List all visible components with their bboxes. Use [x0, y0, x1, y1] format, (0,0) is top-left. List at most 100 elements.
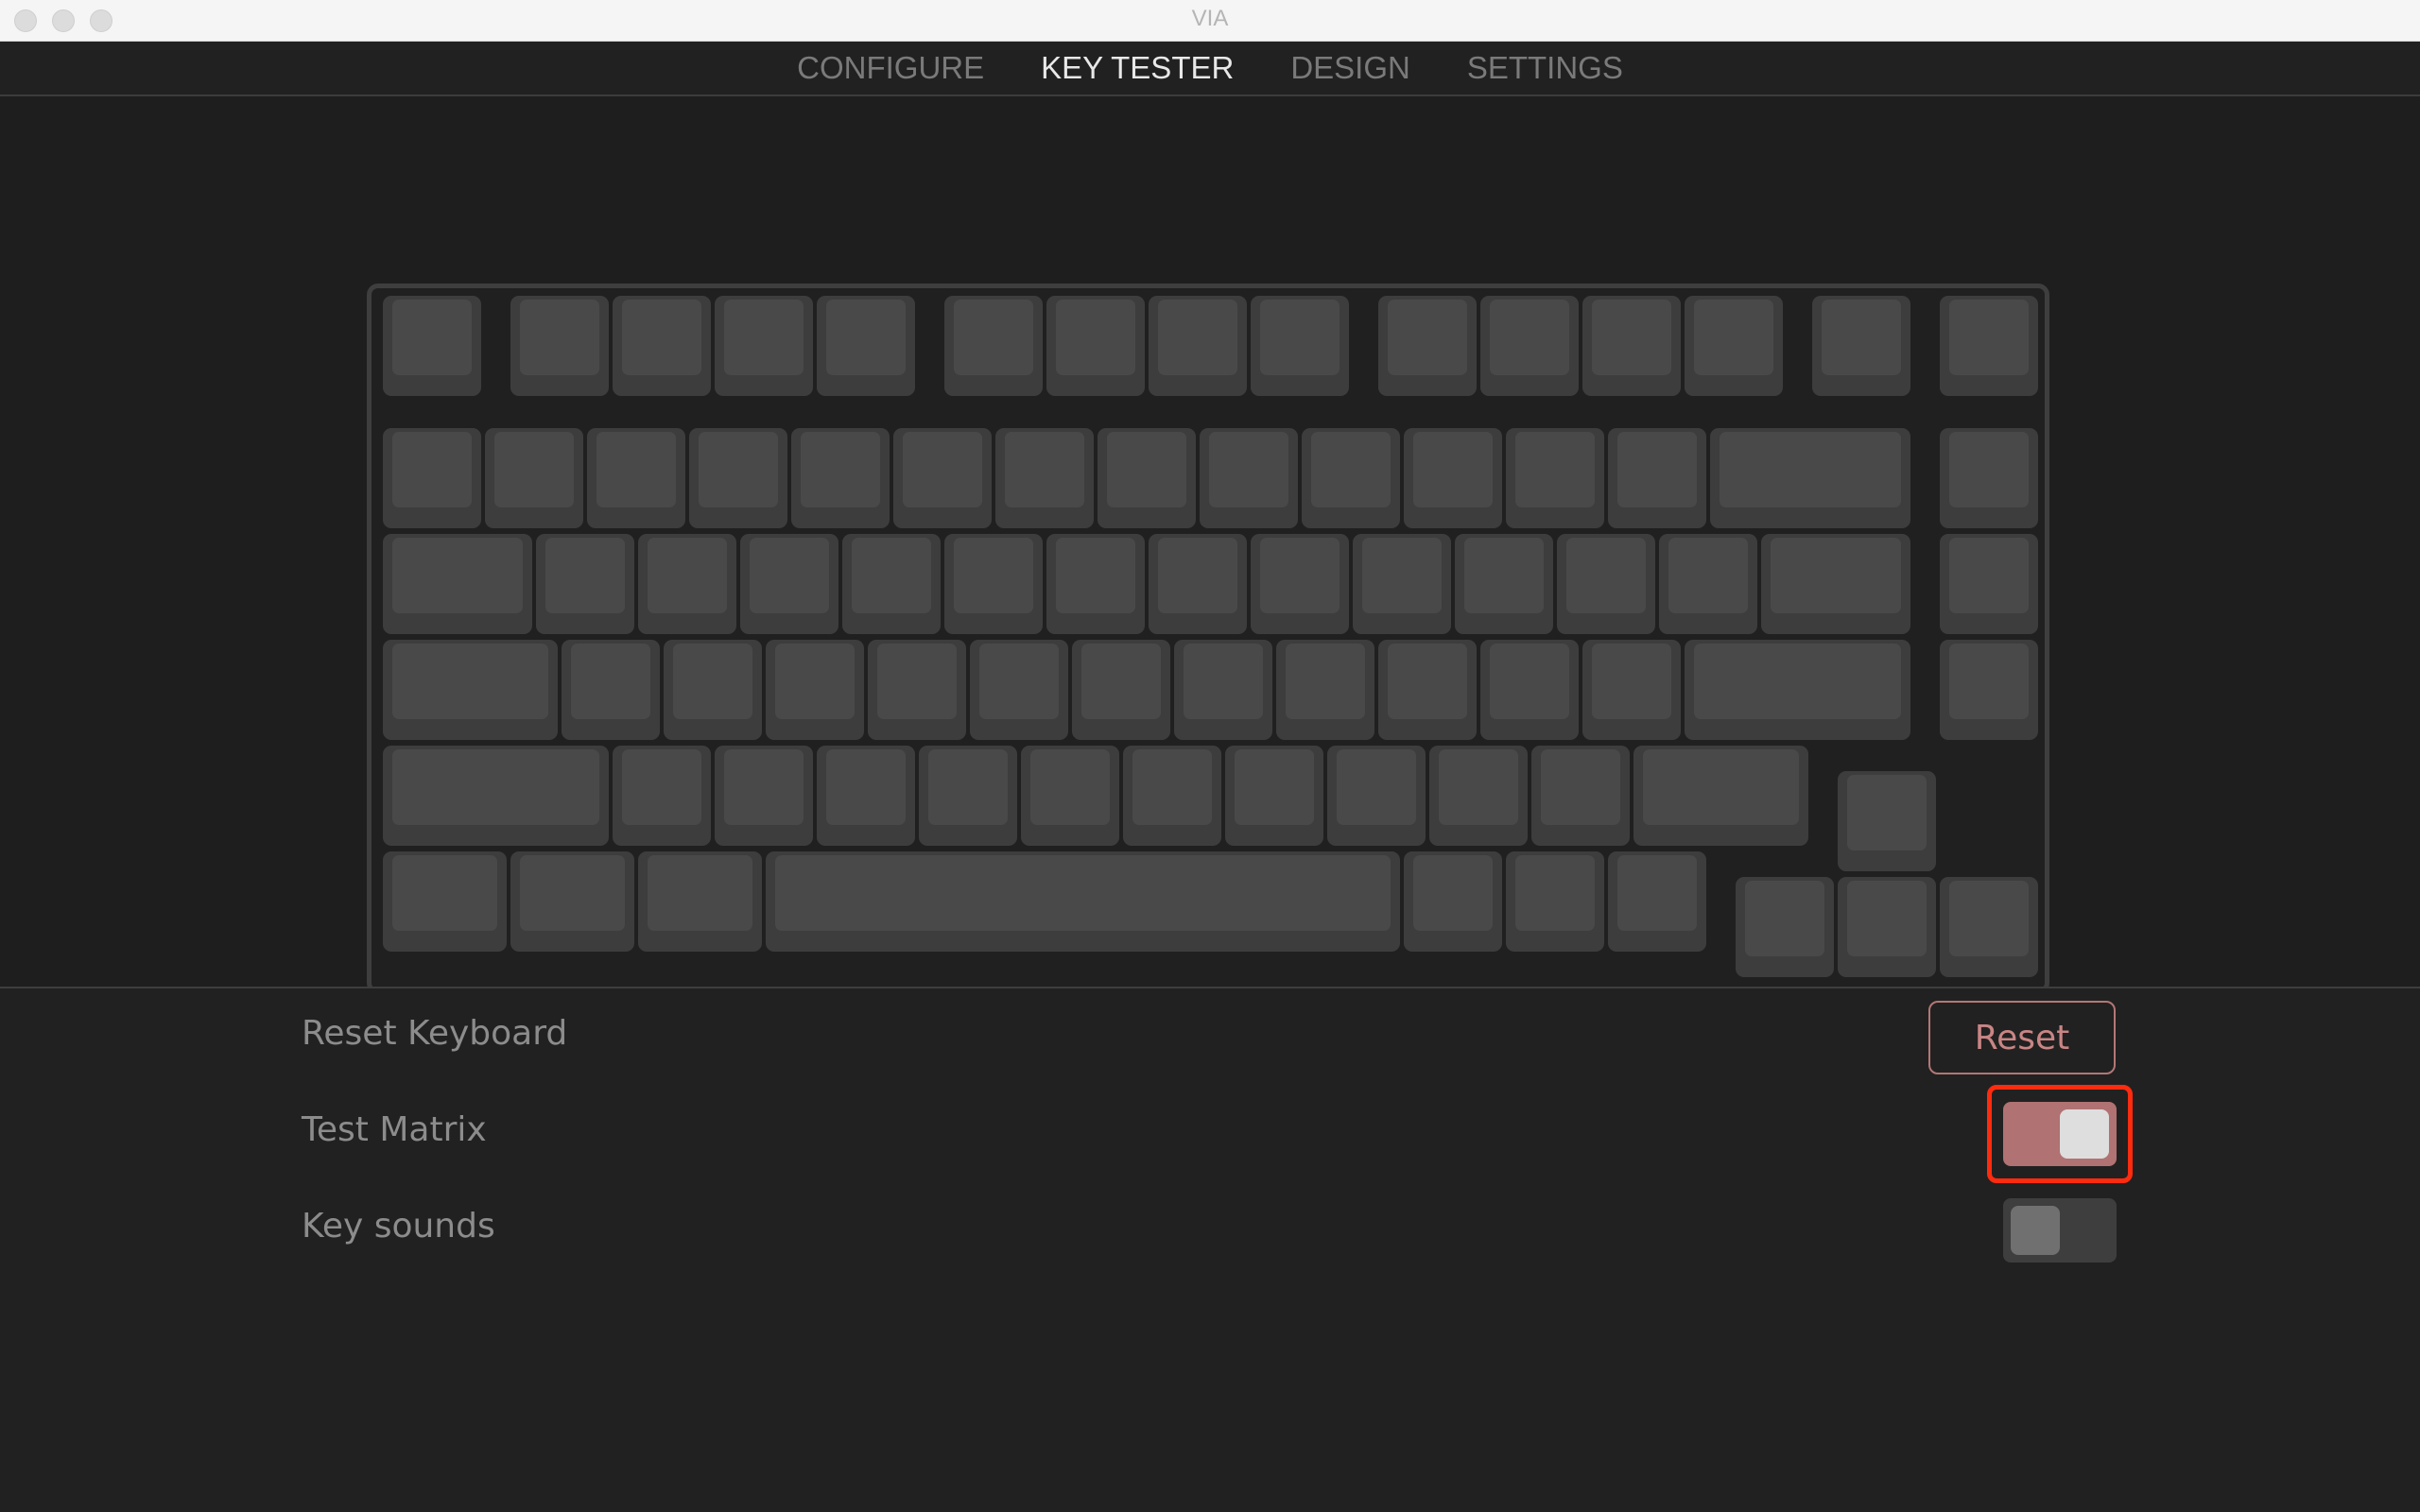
keycap-top: [1362, 538, 1442, 613]
key-caps-row-1: [562, 640, 660, 740]
keycap-top: [1107, 432, 1186, 507]
keycap-top: [852, 538, 931, 613]
keycap-top: [1617, 432, 1697, 507]
keycap-top: [801, 432, 880, 507]
keycap-top: [1643, 749, 1799, 825]
key-number-row-1: [485, 428, 583, 528]
keycap-top: [1847, 881, 1927, 956]
key-number-row-6: [995, 428, 1094, 528]
key-bottom-row-3: [766, 851, 1400, 952]
keycap-top: [954, 300, 1033, 375]
tab-configure[interactable]: CONFIGURE: [769, 50, 1012, 86]
keycap-top: [1949, 881, 2029, 956]
keycap-top: [750, 538, 829, 613]
key-tab-row-9: [1353, 534, 1451, 634]
keycap-top: [1413, 855, 1493, 931]
test-matrix-label: Test Matrix: [302, 1110, 487, 1149]
key-sounds-toggle[interactable]: [2003, 1198, 2117, 1263]
toggle-knob: [2060, 1109, 2109, 1159]
keycap-top: [392, 749, 599, 825]
keycap-top: [520, 855, 625, 931]
key-bottom-row-6: [1608, 851, 1706, 952]
key-bottom-row-4: [1404, 851, 1502, 952]
key-tab-row-8: [1251, 534, 1349, 634]
tab-settings[interactable]: SETTINGS: [1439, 50, 1651, 86]
key-caps-row-4: [868, 640, 966, 740]
keycap-top: [1158, 300, 1237, 375]
key-tab-row-7: [1149, 534, 1247, 634]
keycap-top: [1464, 538, 1544, 613]
keycap-top: [1311, 432, 1391, 507]
keycap-top: [392, 538, 523, 613]
keycap-top: [1668, 538, 1748, 613]
key-tab-row-0: [383, 534, 532, 634]
key-caps-row-12: [1685, 640, 1910, 740]
keycap-top: [1337, 749, 1416, 825]
test-matrix-toggle[interactable]: [2003, 1102, 2117, 1166]
key-caps-row-2: [664, 640, 762, 740]
key-caps-row-0: [383, 640, 558, 740]
keycap-top: [1515, 855, 1595, 931]
key-shift-row-5: [1021, 746, 1119, 846]
keycap-top: [1949, 538, 2029, 613]
keycap-top: [1056, 300, 1135, 375]
key-function-row-5: [944, 296, 1043, 396]
keycap-top: [1949, 644, 2029, 719]
keycap-top: [1592, 300, 1671, 375]
key-number-row-7: [1098, 428, 1196, 528]
key-shift-row-12: [1838, 771, 1936, 871]
keycap-top: [1720, 432, 1901, 507]
tab-design[interactable]: DESIGN: [1262, 50, 1439, 86]
keycap-top: [648, 855, 752, 931]
key-shift-row-4: [919, 746, 1017, 846]
keycap-top: [622, 300, 701, 375]
keycap-top: [1592, 644, 1671, 719]
keycap-top: [520, 300, 599, 375]
key-shift-row-0: [383, 746, 609, 846]
key-tab-row-13: [1761, 534, 1910, 634]
keycap-top: [392, 300, 472, 375]
key-number-row-11: [1506, 428, 1604, 528]
key-function-row-10: [1480, 296, 1579, 396]
key-number-row-2: [587, 428, 685, 528]
keycap-top: [1260, 300, 1340, 375]
key-function-row-4: [817, 296, 915, 396]
key-function-row-2: [613, 296, 711, 396]
key-number-row-3: [689, 428, 787, 528]
key-shift-row-3: [817, 746, 915, 846]
keycap-top: [1949, 300, 2029, 375]
keycap-top: [673, 644, 752, 719]
key-shift-row-8: [1327, 746, 1426, 846]
keycap-top: [1132, 749, 1212, 825]
tab-key-tester[interactable]: KEY TESTER: [1012, 50, 1262, 86]
keycap-top: [1260, 538, 1340, 613]
keycap-top: [648, 538, 727, 613]
key-shift-row-7: [1225, 746, 1323, 846]
key-number-row-10: [1404, 428, 1502, 528]
keycap-top: [826, 749, 906, 825]
keycap-top: [699, 432, 778, 507]
key-shift-row-9: [1429, 746, 1528, 846]
key-number-row-0: [383, 428, 481, 528]
keycap-top: [1005, 432, 1084, 507]
key-number-row-14: [1940, 428, 2038, 528]
reset-button[interactable]: Reset: [1928, 1001, 2116, 1074]
key-number-row-12: [1608, 428, 1706, 528]
key-function-row-6: [1046, 296, 1145, 396]
keycap-top: [775, 644, 855, 719]
key-function-row-7: [1149, 296, 1247, 396]
toggle-knob: [2011, 1206, 2060, 1255]
keycap-top: [1515, 432, 1595, 507]
key-caps-row-6: [1072, 640, 1170, 740]
key-number-row-9: [1302, 428, 1400, 528]
keycap-top: [1158, 538, 1237, 613]
keycap-top: [494, 432, 574, 507]
keycap-top: [954, 538, 1033, 613]
key-shift-row-11: [1634, 746, 1808, 846]
keycap-top: [775, 855, 1391, 931]
key-caps-row-9: [1378, 640, 1477, 740]
key-caps-row-10: [1480, 640, 1579, 740]
keycap-top: [1388, 644, 1467, 719]
key-caps-row-8: [1276, 640, 1374, 740]
key-tab-row-3: [740, 534, 838, 634]
